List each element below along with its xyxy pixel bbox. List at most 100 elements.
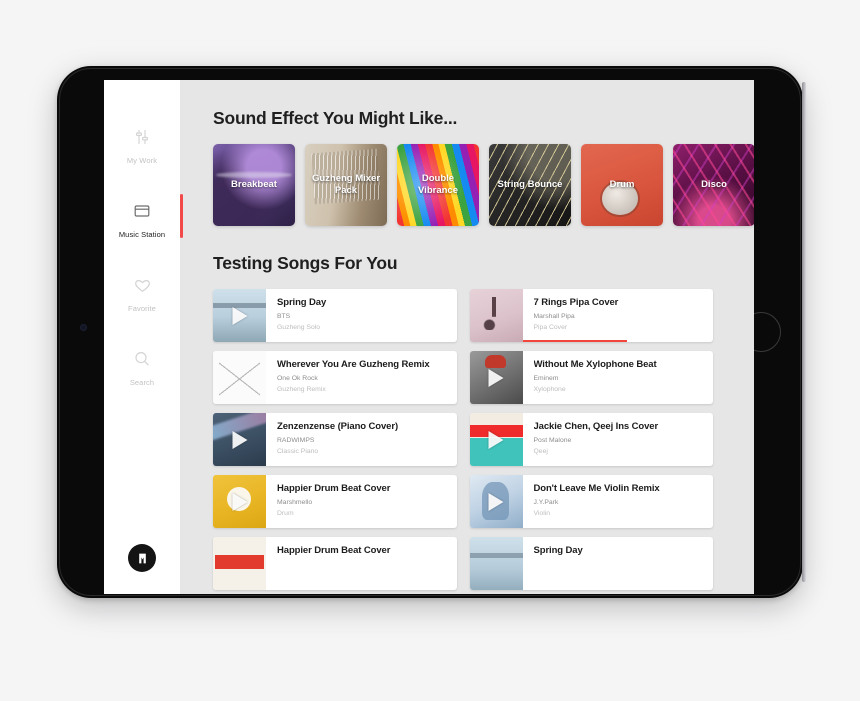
sidebar-item-music-station[interactable]: Music Station — [104, 190, 183, 248]
song-genre: Qeej — [533, 448, 548, 455]
tablet-device: My Work Music Station Favorite Search So… — [57, 66, 806, 598]
song-card[interactable]: Without Me Xylophone Beat Eminem Xylopho… — [469, 351, 714, 404]
song-thumbnail[interactable] — [469, 475, 523, 528]
card-label: Guzheng Mixer Pack — [311, 173, 381, 196]
song-title: Spring Day — [533, 545, 583, 556]
brand-logo[interactable] — [128, 544, 156, 572]
song-card[interactable]: 7 Rings Pipa Cover Marshall Pipa Pipa Co… — [469, 289, 714, 342]
sidebar: My Work Music Station Favorite Search — [104, 80, 183, 594]
song-title: Happier Drum Beat Cover — [277, 545, 391, 556]
sound-effect-card[interactable]: Breakbeat — [213, 144, 295, 226]
song-artist: BTS — [277, 313, 291, 320]
song-genre: Guzheng Remix — [277, 386, 326, 393]
card-label: Double Vibrance — [418, 173, 458, 196]
sidebar-item-my-work[interactable]: My Work — [104, 116, 180, 174]
play-icon[interactable] — [232, 430, 247, 449]
song-artist: Eminem — [533, 375, 559, 382]
song-title: Jackie Chen, Qeej Ins Cover — [533, 421, 659, 432]
song-artist: RADWIMPS — [277, 437, 315, 444]
song-meta: Don't Leave Me Violin Remix J.Y.Park Vio… — [523, 475, 714, 528]
song-thumbnail[interactable] — [469, 413, 523, 466]
song-card[interactable]: Spring Day — [469, 537, 714, 590]
sound-effect-row: Breakbeat Guzheng Mixer Pack Double Vibr… — [213, 144, 754, 226]
song-thumbnail[interactable] — [213, 537, 266, 590]
sidebar-item-label: Favorite — [128, 304, 156, 313]
card-label: Breakbeat — [231, 179, 277, 191]
heart-icon — [132, 273, 153, 297]
song-artist: Marshmello — [277, 499, 313, 506]
sound-effect-card[interactable]: Guzheng Mixer Pack — [305, 144, 387, 226]
thumbnail-artwork — [469, 537, 523, 590]
song-genre: Xylophone — [533, 386, 566, 393]
song-genre: Pipa Cover — [533, 324, 568, 331]
song-grid: Spring Day BTS Guzheng Solo 7 Rings Pipa… — [213, 289, 713, 590]
progress-fill — [522, 340, 628, 342]
song-card[interactable]: Zenzenzense (Piano Cover) RADWIMPS Class… — [213, 413, 457, 466]
song-thumbnail[interactable] — [213, 413, 266, 466]
brand-mark-icon — [133, 549, 151, 567]
thumbnail-artwork — [213, 351, 266, 404]
sound-effect-card[interactable]: Disco — [673, 144, 754, 226]
song-title: Without Me Xylophone Beat — [533, 359, 657, 370]
screenshot-stage: My Work Music Station Favorite Search So… — [0, 0, 860, 701]
song-title: Zenzenzense (Piano Cover) — [277, 421, 399, 432]
song-thumbnail[interactable] — [213, 289, 266, 342]
song-genre: Violin — [533, 510, 551, 517]
sidebar-item-label: Music Station — [118, 230, 166, 239]
song-card[interactable]: Wherever You Are Guzheng Remix One Ok Ro… — [213, 351, 457, 404]
thumbnail-artwork — [469, 289, 523, 342]
song-meta: 7 Rings Pipa Cover Marshall Pipa Pipa Co… — [523, 289, 714, 342]
active-indicator — [180, 194, 183, 238]
sound-effect-card[interactable]: String Bounce — [489, 144, 571, 226]
sidebar-item-label: Search — [129, 378, 155, 387]
song-thumbnail[interactable] — [469, 537, 523, 590]
song-artist: J.Y.Park — [533, 499, 559, 506]
song-thumbnail[interactable] — [469, 289, 523, 342]
song-meta: Spring Day BTS Guzheng Solo — [266, 289, 457, 342]
song-title: Wherever You Are Guzheng Remix — [277, 359, 430, 370]
song-artist: One Ok Rock — [277, 375, 318, 382]
play-icon[interactable] — [232, 306, 247, 325]
song-genre: Guzheng Solo — [277, 324, 321, 331]
page-title-sound-effects: Sound Effect You Might Like... — [213, 108, 458, 128]
sound-effect-card[interactable]: Double Vibrance — [397, 144, 479, 226]
tablet-edge-highlight — [802, 82, 806, 582]
tablet-screen: My Work Music Station Favorite Search So… — [104, 80, 754, 594]
search-icon — [132, 347, 152, 371]
song-card[interactable]: Jackie Chen, Qeej Ins Cover Post Malone … — [469, 413, 714, 466]
play-icon[interactable] — [488, 368, 504, 387]
play-icon[interactable] — [488, 430, 504, 449]
song-thumbnail[interactable] — [469, 351, 523, 404]
thumbnail-artwork — [213, 537, 266, 590]
sound-effect-card[interactable]: Drum — [581, 144, 663, 226]
play-icon[interactable] — [232, 492, 247, 511]
song-meta: Jackie Chen, Qeej Ins Cover Post Malone … — [523, 413, 714, 466]
window-icon — [132, 199, 152, 223]
song-meta: Spring Day — [523, 537, 714, 590]
song-thumbnail[interactable] — [213, 351, 266, 404]
sidebar-item-search[interactable]: Search — [104, 338, 180, 396]
song-card[interactable]: Happier Drum Beat Cover — [213, 537, 457, 590]
song-meta: Without Me Xylophone Beat Eminem Xylopho… — [523, 351, 714, 404]
song-thumbnail[interactable] — [213, 475, 266, 528]
song-artist: Marshall Pipa — [533, 313, 575, 320]
card-label: Disco — [701, 179, 727, 191]
playback-progress-bar[interactable] — [522, 340, 714, 342]
sidebar-item-label: My Work — [126, 156, 158, 165]
main-content: Sound Effect You Might Like... Breakbeat… — [180, 80, 754, 594]
song-meta: Happier Drum Beat Cover — [266, 537, 457, 590]
song-genre: Classic Piano — [277, 448, 319, 455]
sidebar-item-favorite[interactable]: Favorite — [104, 264, 180, 322]
song-meta: Happier Drum Beat Cover Marshmello Drum — [266, 475, 457, 528]
song-title: 7 Rings Pipa Cover — [533, 297, 619, 308]
song-meta: Zenzenzense (Piano Cover) RADWIMPS Class… — [266, 413, 457, 466]
song-card[interactable]: Happier Drum Beat Cover Marshmello Drum — [213, 475, 457, 528]
song-title: Happier Drum Beat Cover — [277, 483, 391, 494]
play-icon[interactable] — [488, 492, 504, 511]
song-card[interactable]: Spring Day BTS Guzheng Solo — [213, 289, 457, 342]
sliders-icon — [132, 125, 152, 149]
song-genre: Drum — [277, 510, 294, 517]
camera-icon — [80, 324, 87, 331]
card-label: String Bounce — [497, 179, 563, 191]
song-card[interactable]: Don't Leave Me Violin Remix J.Y.Park Vio… — [469, 475, 714, 528]
